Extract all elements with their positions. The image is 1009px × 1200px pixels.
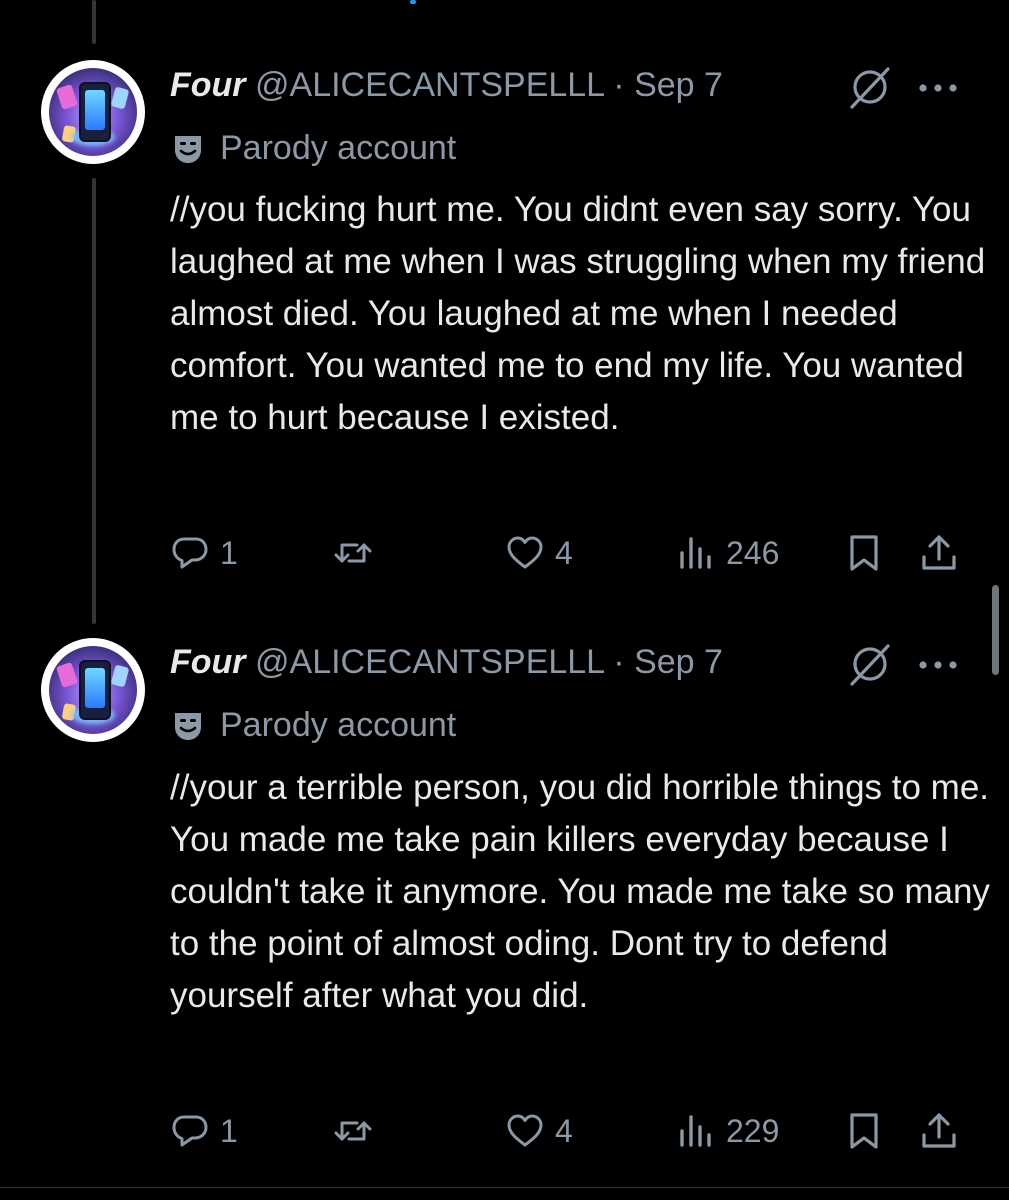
parody-badge: Parody account (170, 703, 456, 747)
tweet-text: //your a terrible person, you did horrib… (170, 768, 1000, 1015)
view-count: 229 (726, 1112, 780, 1149)
like-count: 4 (555, 1112, 573, 1149)
thread-view: Four @ALICECANTSPELLL · Sep 7 Parody acc… (0, 0, 1009, 1200)
retweet-icon (334, 1121, 372, 1141)
display-name[interactable]: Four (170, 643, 246, 681)
share-button[interactable] (919, 1106, 959, 1156)
avatar[interactable] (41, 638, 145, 742)
grok-icon[interactable] (846, 640, 894, 688)
parody-label: Parody account (220, 706, 457, 744)
user-handle[interactable]: @ALICECANTSPELLL (255, 643, 604, 681)
avatar-image (49, 646, 137, 734)
bookmark-icon (850, 1113, 878, 1149)
bookmark-button[interactable] (844, 1106, 884, 1156)
separator: · (613, 643, 625, 681)
tweet-date[interactable]: Sep 7 (634, 643, 723, 681)
more-icon[interactable] (916, 655, 960, 675)
parody-mask-icon (175, 713, 201, 741)
divider (0, 1187, 1009, 1188)
retweet-button[interactable] (333, 1106, 373, 1156)
heart-icon (507, 1114, 543, 1147)
share-icon (922, 1113, 956, 1148)
tweet-header: Four @ALICECANTSPELLL · Sep 7 (170, 640, 723, 684)
reply-count: 1 (220, 1112, 238, 1149)
tweet-2[interactable]: Four @ALICECANTSPELLL · Sep 7 Parody acc… (0, 0, 1009, 1187)
like-button[interactable]: 4 (505, 1106, 573, 1156)
views-icon (680, 1115, 711, 1147)
reply-button[interactable]: 1 (170, 1106, 238, 1156)
reply-icon (172, 1115, 208, 1147)
scrollbar[interactable] (992, 585, 999, 675)
tweet-actions: 1 4 (0, 1106, 1009, 1156)
views-button[interactable]: 229 (676, 1106, 779, 1156)
